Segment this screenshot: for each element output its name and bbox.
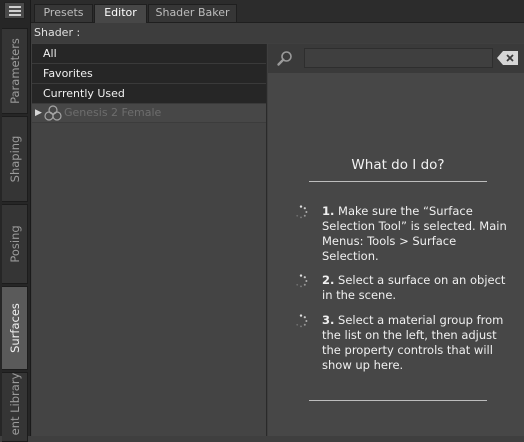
tree-item-label: Genesis 2 Female (64, 106, 162, 119)
divider (309, 181, 487, 182)
search-bar (268, 44, 524, 73)
side-tab-label: Shaping (7, 135, 22, 183)
side-tab-strip: Parameters Shaping Posing Surfaces ent L… (0, 0, 31, 442)
tab-label: Presets (43, 6, 84, 19)
clear-search-icon[interactable] (497, 51, 518, 68)
shader-header: Shader : (31, 23, 524, 43)
menu-icon-line (9, 14, 21, 16)
list-item-all[interactable]: All (32, 44, 266, 64)
expand-arrow-icon[interactable]: ▶ (35, 104, 42, 122)
side-tab-label: Surfaces (7, 303, 22, 353)
side-tab-content-library[interactable]: ent Library (2, 372, 28, 442)
side-tab-shaping[interactable]: Shaping (2, 116, 28, 202)
help-step-text: 3. Select a material group from the list… (322, 313, 510, 373)
side-tab-label: Posing (7, 225, 22, 263)
tab-presets[interactable]: Presets (34, 4, 93, 22)
search-input[interactable] (304, 48, 493, 68)
tab-shader-baker[interactable]: Shader Baker (148, 4, 237, 22)
tab-editor[interactable]: Editor (94, 4, 147, 23)
list-item-currently-used[interactable]: Currently Used (32, 84, 266, 104)
divider (309, 400, 487, 401)
side-tab-label: ent Library (7, 372, 22, 436)
top-tab-bar: Presets Editor Shader Baker (31, 0, 524, 23)
step-number: 1. (322, 204, 335, 218)
help-title: What do I do? (351, 157, 445, 173)
list-item-label: Favorites (43, 67, 93, 80)
panel-menu-button[interactable] (4, 2, 25, 19)
tab-label: Editor (104, 6, 137, 19)
list-item-favorites[interactable]: Favorites (32, 64, 266, 84)
side-tab-label: Parameters (7, 38, 22, 104)
step-number: 2. (322, 273, 335, 287)
spinner-icon (294, 274, 308, 291)
spinner-icon (294, 314, 308, 331)
search-icon[interactable] (276, 50, 294, 71)
list-item-label: All (43, 47, 57, 60)
menu-icon (9, 6, 21, 8)
step-description: Make sure the “Surface Selection Tool” i… (322, 204, 507, 263)
material-group-list: All Favorites Currently Used ▶ Genesis 2… (32, 44, 267, 436)
surface-properties-panel: What do I do? 1. Make sure the “Surface … (268, 44, 524, 436)
menu-icon-line (9, 10, 21, 12)
shader-label: Shader : (34, 26, 81, 39)
list-item-label: Currently Used (43, 87, 125, 100)
step-description: Select a surface on an object in the sce… (322, 273, 506, 302)
tab-label: Shader Baker (155, 6, 230, 19)
side-tab-parameters[interactable]: Parameters (2, 28, 28, 114)
spinner-icon (294, 205, 308, 222)
step-description: Select a material group from the list on… (322, 313, 504, 372)
figure-icon (44, 105, 62, 127)
help-step-text: 1. Make sure the “Surface Selection Tool… (322, 204, 510, 264)
step-number: 3. (322, 313, 335, 327)
side-tab-posing[interactable]: Posing (2, 204, 28, 284)
tree-item-figure[interactable]: ▶ Genesis 2 Female (32, 104, 266, 123)
help-step-text: 2. Select a surface on an object in the … (322, 273, 510, 303)
side-tab-surfaces[interactable]: Surfaces (2, 286, 28, 370)
